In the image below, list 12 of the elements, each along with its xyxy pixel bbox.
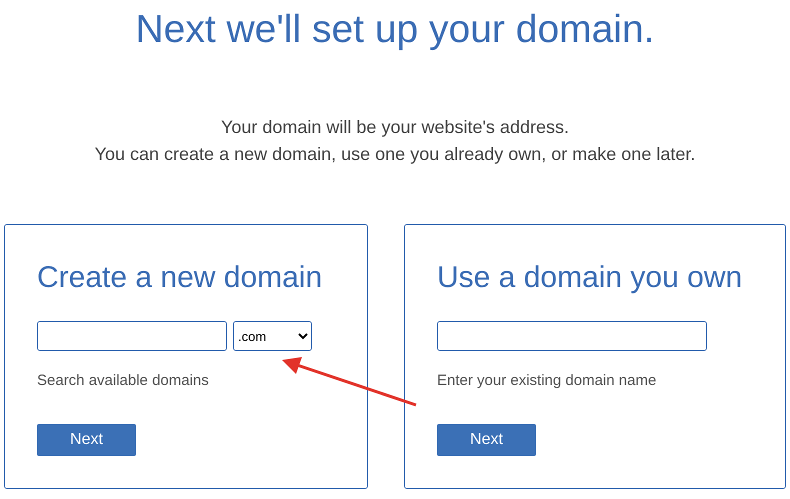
field-hint: Enter your existing domain name (437, 372, 656, 389)
intro-text: Your domain will be your website's address. (221, 116, 569, 138)
card-title: Create a new domain (37, 260, 322, 296)
next-button[interactable]: Next (37, 424, 136, 456)
intro-text: You can create a new domain, use one you already own, or make one later. (94, 143, 696, 165)
field-hint: Search available domains (37, 372, 209, 389)
domain-input[interactable] (437, 321, 707, 351)
tld-select[interactable]: .com (233, 321, 312, 351)
domain-input[interactable] (37, 321, 227, 351)
next-button[interactable]: Next (437, 424, 536, 456)
page-heading: Next we'll set up your domain. (135, 7, 655, 53)
card-title: Use a domain you own (437, 260, 742, 296)
